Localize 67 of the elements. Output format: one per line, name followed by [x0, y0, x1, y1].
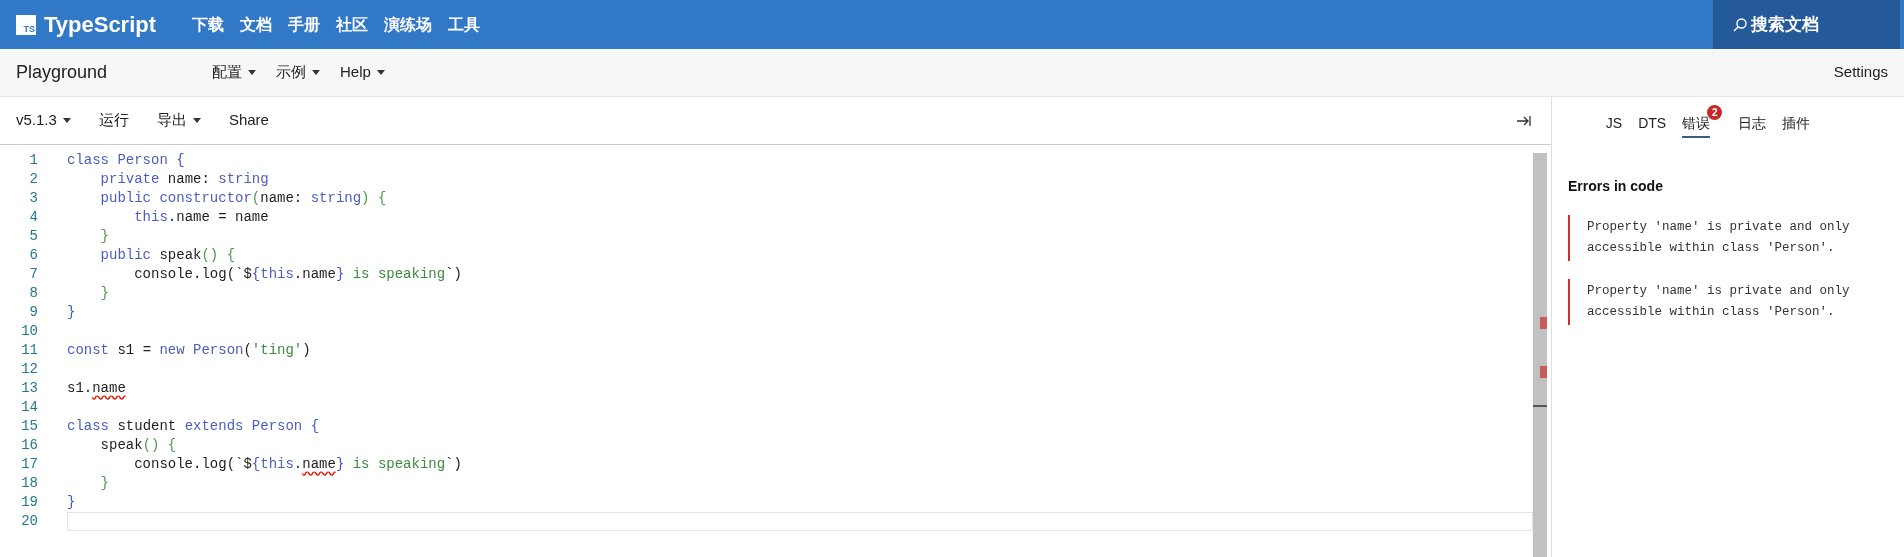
menu-button[interactable]: 配置 — [212, 61, 256, 84]
panel-tab[interactable]: DTS — [1638, 112, 1667, 138]
nav-link[interactable]: 下载 — [192, 12, 225, 37]
panel-tab[interactable]: 插件 — [1782, 112, 1811, 138]
line-number: 3 — [28, 189, 39, 208]
error-marker — [1540, 317, 1547, 329]
line-number: 5 — [28, 227, 39, 246]
line-number: 14 — [20, 398, 39, 417]
line-number: 8 — [28, 284, 39, 303]
brand-name[interactable]: TypeScript — [44, 8, 157, 41]
line-number: 7 — [28, 265, 39, 284]
settings-link[interactable]: Settings — [1833, 61, 1888, 84]
code-line: } — [99, 284, 109, 303]
menu-button[interactable]: Help — [340, 61, 385, 84]
nav-link[interactable]: 演练场 — [384, 12, 433, 37]
code-line: public constructor(name: string) { — [99, 189, 387, 208]
code-line: class student extends Person { — [67, 417, 320, 436]
code-line: private name: string — [99, 170, 269, 189]
error-count-badge: 2 — [1707, 104, 1723, 120]
scrollbar[interactable] — [1533, 153, 1547, 557]
collapse-icon[interactable] — [1517, 115, 1531, 126]
code-line: class Person { — [67, 151, 185, 170]
line-number: 13 — [20, 379, 39, 398]
code-line: } — [99, 227, 109, 246]
page-title: Playground — [16, 61, 109, 84]
line-number: 20 — [20, 512, 39, 531]
code-line: public speak() { — [99, 246, 236, 265]
line-number: 10 — [20, 322, 39, 341]
menu-button[interactable]: 示例 — [276, 61, 320, 84]
panel-tab[interactable]: JS — [1605, 112, 1623, 138]
error-message: Property 'name' is private and only accessible within class 'Person'. — [1568, 279, 1868, 325]
line-number: 18 — [20, 474, 39, 493]
line-number: 15 — [20, 417, 39, 436]
error-message: Property 'name' is private and only accessible within class 'Person'. — [1568, 215, 1868, 261]
line-number: 16 — [20, 436, 39, 455]
nav-link[interactable]: 社区 — [336, 12, 369, 37]
toolbar-button[interactable]: v5.1.3 — [16, 109, 71, 132]
line-number: 1 — [28, 151, 39, 170]
line-number: 17 — [20, 455, 39, 474]
code-line: } — [67, 493, 76, 512]
nav-link[interactable]: 工具 — [448, 12, 481, 37]
line-number: 12 — [20, 360, 39, 379]
toolbar-button[interactable]: 运行 — [98, 109, 129, 132]
line-number: 9 — [28, 303, 39, 322]
line-number: 19 — [20, 493, 39, 512]
line-number: 4 — [28, 208, 39, 227]
code-line: const s1 = new Person('ting') — [67, 341, 311, 360]
toolbar-button[interactable]: Share — [228, 109, 269, 132]
nav-link[interactable]: 手册 — [288, 12, 321, 37]
code-line: console.log(`${this.name} is speaking`) — [133, 455, 462, 474]
line-number: 6 — [28, 246, 39, 265]
logo-icon[interactable]: TS — [16, 14, 36, 35]
line-number: 11 — [20, 341, 39, 360]
code-line: speak() { — [99, 436, 177, 455]
code-line: } — [67, 303, 76, 322]
code-line: console.log(`${this.name} is speaking`) — [133, 265, 462, 284]
search-icon — [1733, 17, 1747, 32]
errors-heading: Errors in code — [1568, 177, 1664, 196]
panel-tab[interactable]: 日志 — [1738, 112, 1767, 138]
code-line: this.name = name — [133, 208, 269, 227]
code-line: } — [99, 474, 109, 493]
code-line: s1.name — [67, 379, 126, 398]
toolbar-button[interactable]: 导出 — [156, 109, 201, 132]
search-button[interactable]: 搜索文档 — [1713, 0, 1900, 49]
line-number: 2 — [28, 170, 39, 189]
nav-link[interactable]: 文档 — [240, 12, 273, 37]
error-marker — [1540, 366, 1547, 378]
